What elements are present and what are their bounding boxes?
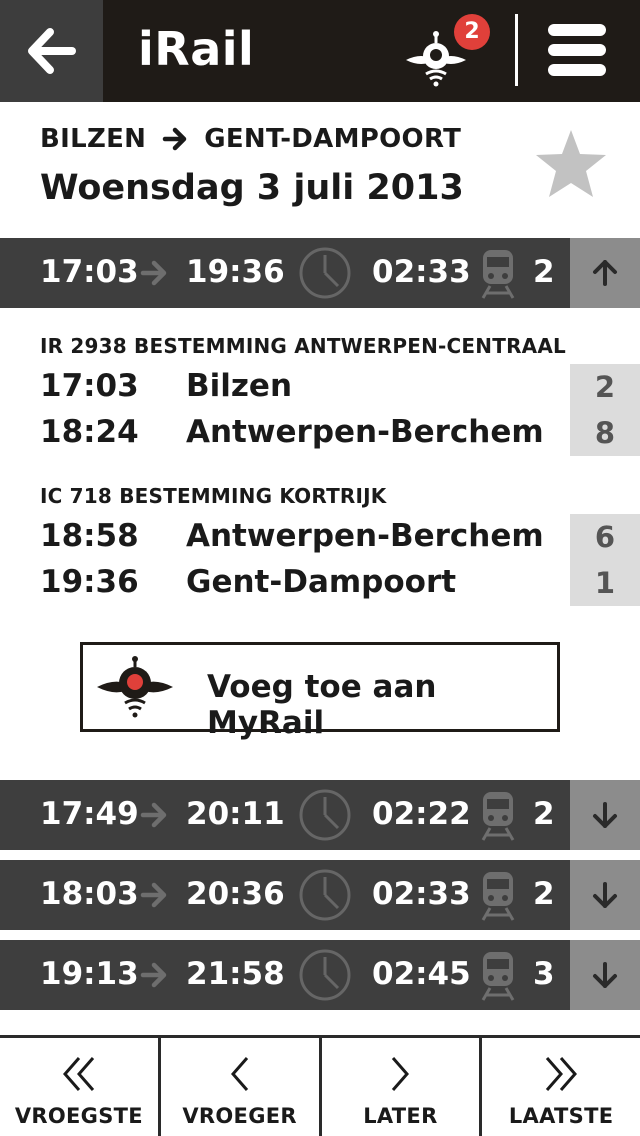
add-to-myrail-label: Voeg toe aan MyRail [207,669,437,741]
earlier-button[interactable]: VROEGER [161,1038,322,1136]
clock-icon [299,869,351,921]
trip-arrival: 20:11 [186,796,285,832]
arrow-right-icon [162,127,187,151]
stop-station: Antwerpen-Berchem [186,414,544,450]
later-label: LATER [363,1104,438,1128]
route-to: GENT-DAMPOORT [204,124,462,154]
stop-time: 18:58 [40,518,139,554]
platform-number: 1 [570,560,640,606]
platform-number: 2 [570,364,640,410]
back-button[interactable] [0,0,103,102]
add-to-myrail-button[interactable]: Voeg toe aan MyRail [80,642,560,741]
leg-title: IC 718 BESTEMMING KORTRIJK [40,484,387,508]
stop-station: Bilzen [186,368,293,404]
myrail-logo-icon [97,656,173,718]
trip-changes: 3 [533,956,555,992]
trip-arrival: 20:36 [186,876,285,912]
trip-departure: 19:13 [40,956,139,992]
arrow-down-icon [593,962,617,988]
trip-arrival: 21:58 [186,956,285,992]
double-chevron-left-icon [62,1057,95,1091]
bottom-navigation: VROEGSTE VROEGER LATER LAATSTE [0,1035,640,1136]
app-title: iRail [138,22,255,76]
arrow-down-icon [593,882,617,908]
route-from: BILZEN [40,124,147,154]
chevron-right-icon [392,1057,410,1091]
platform-number: 6 [570,514,640,560]
trip-departure: 18:03 [40,876,139,912]
double-chevron-right-icon [545,1057,578,1091]
clock-icon [299,247,351,299]
expand-button[interactable] [570,940,640,1010]
earliest-label: VROEGSTE [14,1104,143,1128]
arrow-right-icon [140,802,167,828]
trip-changes: 2 [533,254,555,290]
header-divider [515,14,518,86]
arrow-right-icon [140,260,167,286]
trip-departure: 17:49 [40,796,139,832]
latest-button[interactable]: LAATSTE [482,1038,640,1136]
app-header: iRail 2 [0,0,640,102]
stop-time: 19:36 [40,564,139,600]
star-icon[interactable] [534,128,608,200]
trip-row[interactable]: 17:03 19:36 02:33 2 [0,238,640,308]
stop-station: Antwerpen-Berchem [186,518,544,554]
trip-departure: 17:03 [40,254,139,290]
trip-row[interactable]: 18:03 20:36 02:33 2 [0,860,640,930]
stop-row: 19:36 Gent-Dampoort 1 [0,560,640,606]
hamburger-menu-icon [548,24,608,76]
stop-row: 18:58 Antwerpen-Berchem 6 [0,514,640,560]
route-heading: BILZEN GENT-DAMPOORT [40,124,461,154]
trip-duration: 02:33 [372,254,471,290]
trip-arrival: 19:36 [186,254,285,290]
trip-duration: 02:22 [372,796,471,832]
chevron-left-icon [230,1057,248,1091]
train-icon [481,250,515,299]
stop-station: Gent-Dampoort [186,564,457,600]
expand-button[interactable] [570,780,640,850]
train-icon [481,872,515,921]
trip-row[interactable]: 17:49 20:11 02:22 2 [0,780,640,850]
later-button[interactable]: LATER [322,1038,483,1136]
notification-badge: 2 [454,14,490,50]
stop-row: 17:03 Bilzen 2 [0,364,640,410]
travel-date: Woensdag 3 juli 2013 [40,168,464,208]
arrow-right-icon [140,962,167,988]
expand-button[interactable] [570,860,640,930]
platform-number: 8 [570,410,640,456]
trip-duration: 02:33 [372,876,471,912]
arrow-up-icon [593,260,617,286]
arrow-left-icon [28,28,76,74]
trip-changes: 2 [533,796,555,832]
latest-label: LAATSTE [508,1104,614,1128]
stop-time: 18:24 [40,414,139,450]
trip-changes: 2 [533,876,555,912]
leg-title: IR 2938 BESTEMMING ANTWERPEN-CENTRAAL [40,334,566,358]
clock-icon [299,789,351,841]
earlier-label: VROEGER [182,1104,297,1128]
train-icon [481,792,515,841]
collapse-button[interactable] [570,238,640,308]
stop-row: 18:24 Antwerpen-Berchem 8 [0,410,640,456]
arrow-down-icon [593,802,617,828]
trip-duration: 02:45 [372,956,471,992]
myrail-notifications-button[interactable]: 2 [404,14,494,90]
arrow-right-icon [140,882,167,908]
menu-button[interactable] [548,24,608,80]
stop-time: 17:03 [40,368,139,404]
train-icon [481,952,515,1001]
clock-icon [299,949,351,1001]
trip-row[interactable]: 19:13 21:58 02:45 3 [0,940,640,1010]
earliest-button[interactable]: VROEGSTE [0,1038,161,1136]
